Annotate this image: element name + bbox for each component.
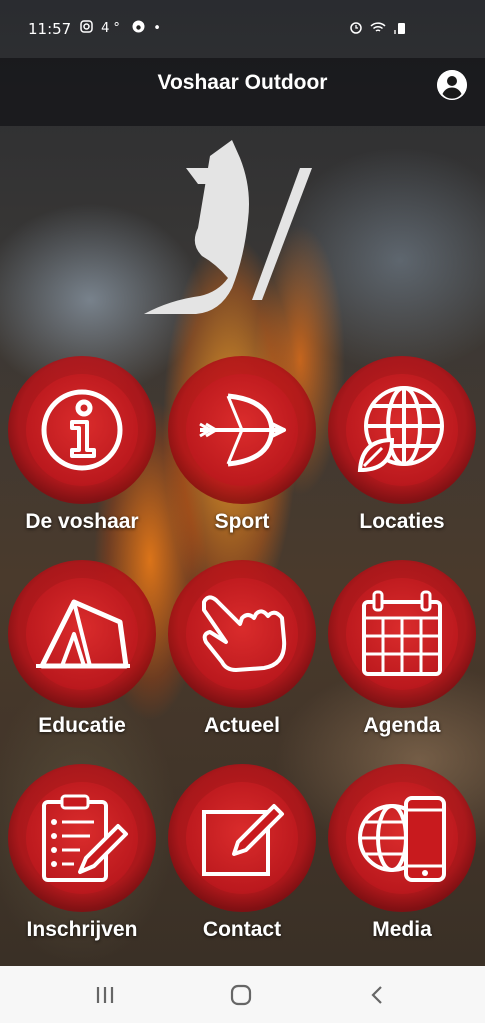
bow-arrow-icon — [199, 393, 286, 467]
status-temperature: 4° — [101, 21, 124, 36]
account-icon — [437, 70, 467, 100]
menu-tile-inschrijven[interactable]: Inschrijven — [2, 764, 162, 942]
menu-tile-circle — [168, 356, 316, 504]
menu-label: Contact — [202, 918, 282, 941]
calendar-icon — [362, 590, 442, 676]
menu-tile-circle — [8, 356, 156, 504]
pointing-hand-icon — [202, 595, 287, 672]
menu-tile-de-voshaar[interactable]: De voshaar — [2, 356, 162, 534]
menu-label: Sport — [214, 510, 270, 533]
face-icon — [132, 20, 145, 33]
menu-label: De voshaar — [25, 510, 139, 533]
app-title: Voshaar Outdoor — [157, 71, 328, 94]
menu-tile-locaties[interactable]: Locaties — [322, 356, 482, 534]
menu-tile-circle — [328, 560, 476, 708]
clipboard-pen-icon — [42, 794, 128, 882]
menu-tile-circle — [168, 764, 316, 912]
menu-tile-circle — [328, 356, 476, 504]
battery-icon — [398, 23, 405, 34]
system-nav-bar — [0, 966, 485, 1023]
tent-icon — [36, 599, 130, 669]
recents-button[interactable] — [85, 982, 125, 1008]
edit-icon — [202, 804, 284, 876]
menu-label: Agenda — [363, 714, 441, 737]
menu-label: Inschrijven — [26, 918, 138, 941]
menu-tile-agenda[interactable]: Agenda — [322, 560, 482, 738]
home-icon — [230, 984, 252, 1006]
wifi-icon — [370, 22, 386, 32]
menu-tile-circle — [168, 560, 316, 708]
globe-leaf-icon — [357, 386, 444, 473]
back-icon — [371, 986, 382, 1004]
globe-phone-icon — [358, 796, 446, 882]
app-header: Voshaar Outdoor — [0, 58, 485, 126]
home-button[interactable] — [221, 982, 261, 1008]
status-left-icons: 4° • — [80, 20, 165, 36]
info-icon — [41, 389, 123, 471]
instagram-icon — [80, 20, 93, 33]
alarm-icon — [349, 22, 362, 34]
menu-tile-circle — [328, 764, 476, 912]
menu-tile-media[interactable]: Media — [322, 764, 482, 942]
account-button[interactable] — [437, 70, 467, 100]
menu-label: Locaties — [359, 510, 445, 533]
menu-tile-educatie[interactable]: Educatie — [2, 560, 162, 738]
menu-tile-sport[interactable]: Sport — [162, 356, 322, 534]
menu-tile-circle — [8, 560, 156, 708]
menu-label: Actueel — [204, 714, 280, 737]
menu-label: Educatie — [38, 714, 126, 737]
back-button[interactable] — [357, 982, 397, 1008]
menu-label: Media — [372, 918, 432, 941]
recents-icon — [96, 987, 114, 1003]
menu-tile-actueel[interactable]: Actueel — [162, 560, 322, 738]
menu-tile-circle — [8, 764, 156, 912]
voshaar-logo — [144, 140, 312, 314]
menu-tile-contact[interactable]: Contact — [162, 764, 322, 942]
status-time: 11:57 — [28, 20, 72, 38]
dot-icon: • — [153, 21, 165, 36]
status-bar: 11:57 4° • — [0, 0, 485, 58]
